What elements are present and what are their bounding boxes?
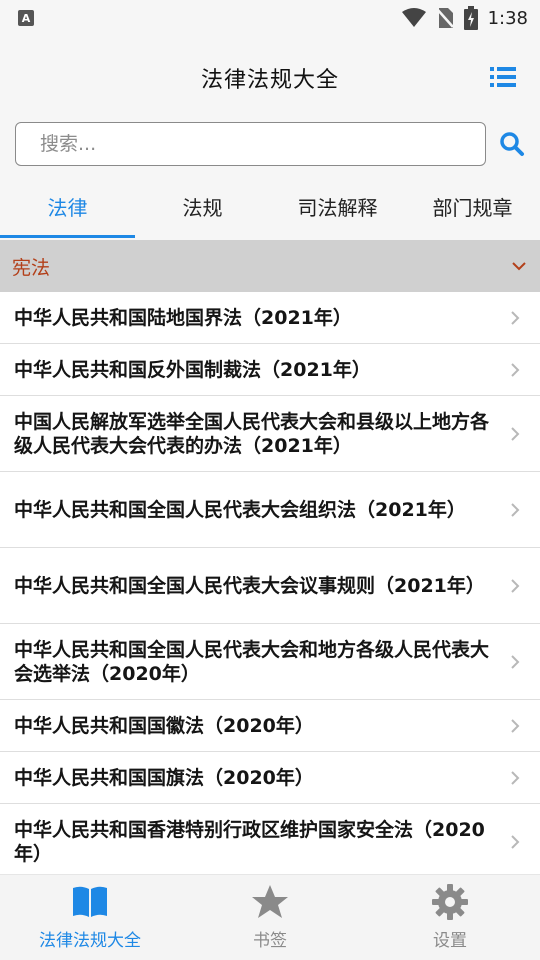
list-item[interactable]: 中华人民共和国陆地国界法（2021年） bbox=[0, 292, 540, 344]
list-item-title: 中华人民共和国全国人民代表大会议事规则（2021年） bbox=[14, 574, 485, 597]
list-item-title: 中华人民共和国陆地国界法（2021年） bbox=[14, 306, 352, 329]
battery-icon bbox=[463, 6, 478, 30]
tab-judicial-interpretations[interactable]: 司法解释 bbox=[270, 178, 405, 234]
list-item-title: 中华人民共和国反外国制裁法（2021年） bbox=[14, 358, 371, 381]
section-header-constitution[interactable]: 宪法 bbox=[0, 240, 540, 292]
chevron-down-icon bbox=[512, 262, 526, 271]
nav-settings-label: 设置 bbox=[433, 931, 467, 951]
category-tabs: 法律 法规 司法解释 部门规章 bbox=[0, 178, 540, 240]
chevron-right-icon bbox=[511, 770, 520, 785]
nav-bookmarks[interactable]: 书签 bbox=[180, 875, 360, 960]
chevron-right-icon bbox=[511, 578, 520, 593]
list-item-title: 中华人民共和国全国人民代表大会和地方各级人民代表大会选举法（2020年） bbox=[14, 638, 490, 685]
list-icon[interactable] bbox=[490, 66, 516, 88]
tab-laws[interactable]: 法律 bbox=[0, 178, 135, 238]
gear-icon bbox=[432, 884, 468, 920]
chevron-right-icon bbox=[511, 834, 520, 849]
tab-department-rules[interactable]: 部门规章 bbox=[405, 178, 540, 234]
nav-settings[interactable]: 设置 bbox=[360, 875, 540, 960]
app-header: 法律法规大全 bbox=[0, 36, 540, 120]
list-item-title: 中华人民共和国国徽法（2020年） bbox=[14, 714, 314, 737]
tab-regulations[interactable]: 法规 bbox=[135, 178, 270, 234]
status-time: 1:38 bbox=[487, 7, 528, 29]
list-item-title: 中华人民共和国香港特别行政区维护国家安全法（2020年） bbox=[14, 818, 485, 865]
section-title: 宪法 bbox=[12, 256, 51, 279]
accessibility-icon: A bbox=[18, 10, 34, 26]
chevron-right-icon bbox=[511, 718, 520, 733]
list-item-title: 中华人民共和国全国人民代表大会组织法（2021年） bbox=[14, 498, 466, 521]
search-input[interactable] bbox=[15, 122, 486, 166]
list-item[interactable]: 中华人民共和国香港特别行政区维护国家安全法（2020年） bbox=[0, 804, 540, 880]
list-item[interactable]: 中华人民共和国反外国制裁法（2021年） bbox=[0, 344, 540, 396]
list-item[interactable]: 中国人民解放军选举全国人民代表大会和县级以上地方各级人民代表大会代表的办法（20… bbox=[0, 396, 540, 472]
list-item[interactable]: 中华人民共和国国旗法（2020年） bbox=[0, 752, 540, 804]
no-sim-icon bbox=[435, 8, 454, 28]
list-item[interactable]: 中华人民共和国全国人民代表大会组织法（2021年） bbox=[0, 472, 540, 548]
list-item[interactable]: 中华人民共和国全国人民代表大会议事规则（2021年） bbox=[0, 548, 540, 624]
star-icon bbox=[252, 885, 288, 918]
search-icon bbox=[500, 132, 524, 156]
nav-laws-label: 法律法规大全 bbox=[39, 931, 141, 951]
page-title: 法律法规大全 bbox=[200, 68, 339, 93]
list-item-title: 中国人民解放军选举全国人民代表大会和县级以上地方各级人民代表大会代表的办法（20… bbox=[14, 410, 490, 457]
chevron-right-icon bbox=[511, 502, 520, 517]
status-bar: A 1:38 bbox=[0, 0, 540, 36]
search-button[interactable] bbox=[498, 130, 526, 158]
law-list: 中华人民共和国陆地国界法（2021年） 中华人民共和国反外国制裁法（2021年）… bbox=[0, 292, 540, 880]
nav-laws[interactable]: 法律法规大全 bbox=[0, 875, 180, 960]
nav-bookmarks-label: 书签 bbox=[253, 931, 287, 951]
chevron-right-icon bbox=[511, 654, 520, 669]
list-item[interactable]: 中华人民共和国国徽法（2020年） bbox=[0, 700, 540, 752]
wifi-icon bbox=[401, 8, 426, 27]
chevron-right-icon bbox=[511, 362, 520, 377]
list-item-title: 中华人民共和国国旗法（2020年） bbox=[14, 766, 314, 789]
book-icon bbox=[73, 886, 107, 917]
bottom-nav: 法律法规大全 书签 设置 bbox=[0, 874, 540, 960]
list-item[interactable]: 中华人民共和国全国人民代表大会和地方各级人民代表大会选举法（2020年） bbox=[0, 624, 540, 700]
chevron-right-icon bbox=[511, 426, 520, 441]
chevron-right-icon bbox=[511, 310, 520, 325]
search-bar bbox=[0, 120, 540, 168]
